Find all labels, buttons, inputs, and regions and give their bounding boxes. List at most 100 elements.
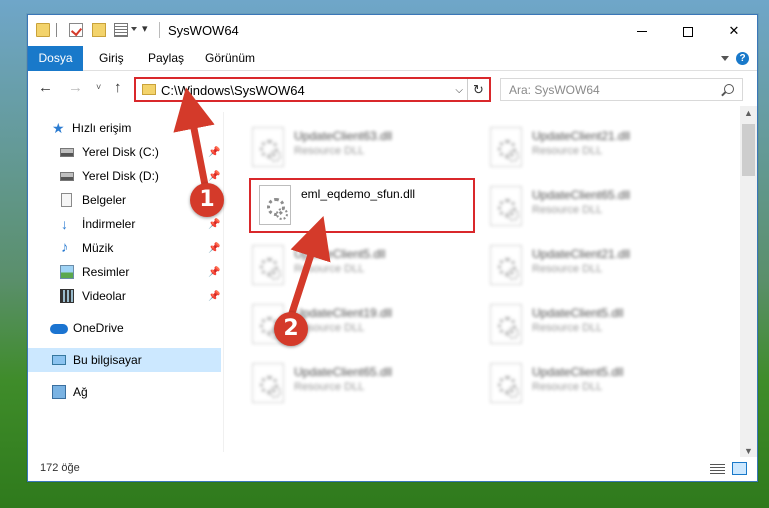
new-folder-icon[interactable] (92, 23, 106, 37)
pin-icon[interactable]: 📌 (208, 141, 220, 165)
title-bar: ▾ SysWOW64 ✕ (28, 15, 757, 46)
tiles-view-icon[interactable] (732, 462, 747, 475)
maximize-button[interactable] (665, 15, 711, 46)
sidebar-item-label: İndirmeler (82, 217, 136, 231)
address-path[interactable]: C:\Windows\SysWOW64 (161, 83, 305, 98)
navigation-bar: ← → ˅ ↑ C:\Windows\SysWOW64 ⌵ ↻ Ara: Sys… (28, 72, 757, 106)
tab-view[interactable]: Görünüm (193, 46, 267, 71)
sidebar-item-label: OneDrive (73, 321, 124, 335)
file-type: Resource DLL (532, 263, 603, 275)
music-icon: ♪ (61, 239, 69, 256)
explorer-window: ▾ SysWOW64 ✕ Dosya Giriş Paylaş Görünüm … (27, 14, 758, 482)
file-type: Resource DLL (294, 145, 365, 157)
search-icon[interactable] (724, 84, 734, 94)
file-name: UpdateClient5.dll (532, 365, 624, 379)
status-bar: 172 öğe (28, 457, 757, 481)
forward-arrow-icon[interactable]: → (68, 79, 83, 96)
tab-share[interactable]: Paylaş (136, 46, 196, 71)
chevron-down-icon[interactable] (131, 27, 137, 31)
sidebar-item-label: Bu bilgisayar (73, 353, 142, 367)
sidebar-item-label: Yerel Disk (C:) (82, 145, 159, 159)
sidebar-item-disk-d[interactable]: Yerel Disk (D:) 📌 (28, 164, 221, 188)
navigation-pane: ★ Hızlı erişim Yerel Disk (C:) 📌 Yerel D… (28, 112, 223, 452)
documents-icon (61, 193, 72, 207)
sidebar-item-quick-access[interactable]: ★ Hızlı erişim (28, 116, 221, 140)
dll-file-icon (252, 363, 284, 403)
details-view-icon[interactable] (710, 464, 725, 474)
file-item[interactable]: UpdateClient21.dll Resource DLL (482, 124, 708, 174)
sidebar-item-label: Yerel Disk (D:) (82, 169, 159, 183)
sidebar-item-label: Ağ (73, 385, 88, 399)
title-divider (159, 22, 160, 38)
network-icon (52, 385, 66, 399)
folder-icon (142, 84, 156, 95)
tab-home[interactable]: Giriş (87, 46, 136, 71)
scrollbar-thumb[interactable] (742, 124, 755, 176)
properties-list-icon[interactable] (114, 23, 128, 37)
file-type: Resource DLL (294, 381, 365, 393)
dll-file-icon (490, 245, 522, 285)
sidebar-item-music[interactable]: ♪ Müzik 📌 (28, 236, 221, 260)
recent-locations-icon[interactable]: ˅ (96, 82, 101, 92)
file-type: Resource DLL (532, 322, 603, 334)
dll-file-icon (490, 127, 522, 167)
pictures-icon (60, 265, 74, 279)
up-arrow-icon[interactable]: ↑ (114, 79, 122, 96)
dll-file-icon (490, 186, 522, 226)
close-button[interactable]: ✕ (711, 15, 757, 46)
expand-ribbon-icon[interactable] (721, 56, 729, 61)
file-name: UpdateClient21.dll (532, 247, 631, 261)
sidebar-item-onedrive[interactable]: OneDrive (28, 316, 221, 340)
step-2-badge: 2 (274, 312, 308, 346)
onedrive-icon (50, 324, 68, 334)
sidebar-item-network[interactable]: Ağ (28, 380, 221, 404)
search-input[interactable]: Ara: SysWOW64 (500, 78, 743, 101)
file-type: Resource DLL (532, 381, 603, 393)
dll-file-icon (259, 185, 291, 225)
folder-icon (36, 23, 50, 37)
back-arrow-icon[interactable]: ← (38, 79, 53, 96)
highlighted-file-item[interactable]: eml_eqdemo_sfun.dll (249, 178, 475, 233)
scroll-down-icon[interactable]: ▼ (744, 446, 753, 456)
this-pc-icon (52, 355, 66, 365)
file-item[interactable]: UpdateClient63.dll Resource DLL (244, 124, 470, 174)
file-name: UpdateClient65.dll (294, 365, 393, 379)
vertical-scrollbar[interactable]: ▲ ▼ (740, 106, 757, 458)
file-list: UpdateClient63.dll Resource DLL UpdateCl… (224, 106, 740, 458)
disk-icon (60, 148, 74, 157)
sidebar-item-disk-c[interactable]: Yerel Disk (C:) 📌 (28, 140, 221, 164)
tab-file[interactable]: Dosya (28, 46, 83, 71)
help-icon[interactable]: ? (736, 52, 749, 65)
sidebar-item-label: Videolar (82, 289, 126, 303)
maximize-icon (683, 26, 693, 37)
minimize-button[interactable] (619, 15, 665, 46)
search-placeholder: Ara: SysWOW64 (509, 83, 600, 97)
dll-file-icon (490, 363, 522, 403)
disk-icon (60, 172, 74, 181)
file-item[interactable]: UpdateClient21.dll Resource DLL (482, 242, 708, 292)
sidebar-item-pictures[interactable]: Resimler 📌 (28, 260, 221, 284)
file-item[interactable]: UpdateClient65.dll Resource DLL (244, 360, 470, 410)
sidebar-item-videos[interactable]: Videolar 📌 (28, 284, 221, 308)
file-item[interactable]: UpdateClient65.dll Resource DLL (482, 183, 708, 233)
address-bar[interactable]: C:\Windows\SysWOW64 ⌵ ↻ (134, 77, 491, 102)
quick-access-divider (56, 23, 57, 37)
pin-icon[interactable]: 📌 (208, 237, 220, 261)
file-item[interactable]: UpdateClient5.dll Resource DLL (482, 301, 708, 351)
customize-quick-access-icon[interactable]: ▾ (142, 22, 148, 35)
scroll-up-icon[interactable]: ▲ (744, 108, 753, 118)
file-item[interactable]: UpdateClient5.dll Resource DLL (244, 242, 470, 292)
chevron-down-icon[interactable]: ⌵ (455, 85, 463, 96)
sidebar-item-this-pc[interactable]: Bu bilgisayar (28, 348, 221, 372)
pin-icon[interactable]: 📌 (208, 261, 220, 285)
file-name: UpdateClient19.dll (294, 306, 393, 320)
file-item[interactable]: eml_eqdemo_sfun.dll (251, 182, 477, 232)
pin-icon[interactable]: 📌 (208, 285, 220, 309)
dll-file-icon (252, 127, 284, 167)
refresh-icon[interactable]: ↻ (467, 79, 489, 100)
sidebar-item-label: Hızlı erişim (72, 121, 132, 135)
dll-file-icon (490, 304, 522, 344)
properties-check-icon[interactable] (69, 23, 83, 37)
file-item[interactable]: UpdateClient5.dll Resource DLL (482, 360, 708, 410)
sidebar-item-downloads[interactable]: ↓ İndirmeler 📌 (28, 212, 221, 236)
